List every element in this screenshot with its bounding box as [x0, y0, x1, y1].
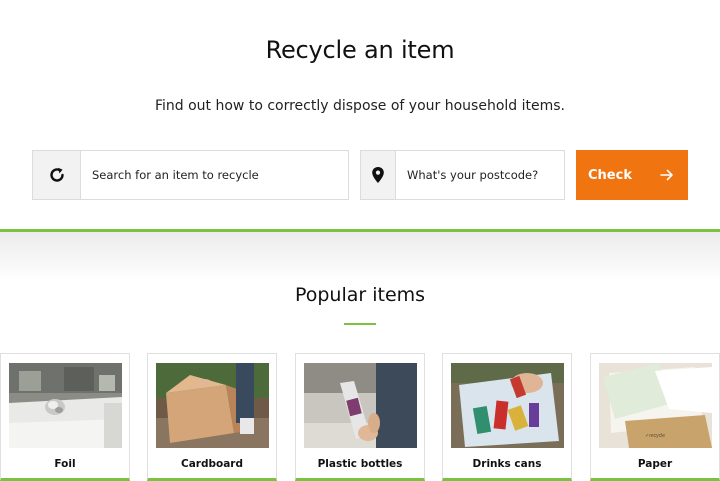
check-button[interactable]: Check: [576, 150, 688, 200]
item-search-input[interactable]: [81, 151, 348, 199]
postcode-input[interactable]: [396, 151, 564, 199]
recycle-icon: [33, 151, 81, 199]
page-title: Recycle an item: [265, 36, 455, 64]
hero-section: Recycle an item Find out how to correctl…: [0, 0, 720, 232]
drinks-cans-image: [451, 363, 564, 448]
location-pin-icon: [361, 151, 396, 199]
item-label-plastic-bottles: Plastic bottles: [317, 458, 403, 470]
foil-image: [9, 363, 122, 448]
item-card-drinks-cans[interactable]: Drinks cans: [442, 353, 572, 481]
postcode-field[interactable]: [360, 150, 565, 200]
item-card-cardboard[interactable]: Cardboard: [147, 353, 277, 481]
cardboard-image: [156, 363, 269, 448]
page-subtitle: Find out how to correctly dispose of you…: [154, 98, 565, 114]
item-label-paper: Paper: [637, 458, 673, 470]
item-card-paper[interactable]: ✓recycle Paper: [590, 353, 720, 481]
plastic-bottles-image: [304, 363, 417, 448]
item-search-field[interactable]: [32, 150, 349, 200]
item-card-plastic-bottles[interactable]: Plastic bottles: [295, 353, 425, 481]
title-underline: [344, 323, 376, 325]
item-card-foil[interactable]: Foil: [0, 353, 130, 481]
paper-image: ✓recycle: [599, 363, 712, 448]
item-label-drinks-cans: Drinks cans: [472, 458, 542, 470]
popular-items-title: Popular items: [294, 284, 426, 306]
item-label-cardboard: Cardboard: [181, 458, 243, 470]
section-shadow: [0, 232, 720, 282]
svg-text:✓recycle: ✓recycle: [645, 433, 665, 439]
arrow-right-icon: [660, 166, 674, 185]
item-label-foil: Foil: [54, 458, 76, 470]
check-button-label: Check: [588, 167, 632, 183]
